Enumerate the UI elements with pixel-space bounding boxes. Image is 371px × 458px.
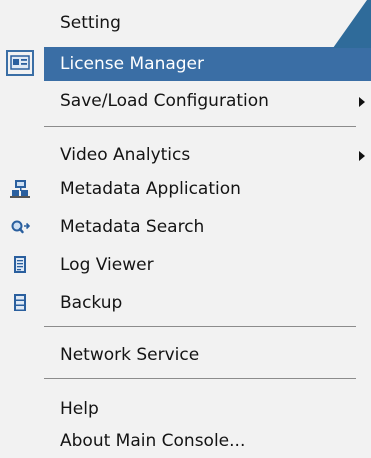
menu-item-label: Backup: [60, 293, 123, 313]
menu-item-label: Metadata Search: [60, 217, 205, 237]
menu-item-label: Video Analytics: [60, 145, 191, 165]
menu-item-label: Log Viewer: [60, 255, 154, 275]
license-card-icon: [6, 50, 34, 76]
metadata-application-icon: [10, 179, 30, 199]
menu-separator: [44, 326, 356, 327]
menu-item-metadata-search[interactable]: Metadata Search: [0, 210, 371, 244]
context-menu: Setting License Manager Save/Load Config…: [0, 0, 371, 455]
menu-item-label: Network Service: [60, 345, 200, 365]
menu-item-save-load-configuration[interactable]: Save/Load Configuration: [0, 84, 371, 118]
menu-item-network-service[interactable]: Network Service: [0, 338, 371, 372]
metadata-search-icon: [10, 217, 31, 237]
pointer-arrow-icon: [333, 0, 371, 48]
submenu-arrow-icon: [359, 151, 365, 161]
menu-item-label: License Manager: [60, 54, 205, 74]
menu-item-backup[interactable]: Backup: [0, 286, 371, 320]
menu-item-help[interactable]: Help: [0, 392, 371, 426]
backup-icon: [10, 293, 30, 313]
menu-item-log-viewer[interactable]: Log Viewer: [0, 248, 371, 282]
menu-item-label: Help: [60, 399, 99, 419]
menu-item-about-main-console[interactable]: About Main Console...: [0, 424, 371, 458]
menu-item-label: Setting: [60, 13, 121, 33]
menu-separator: [44, 378, 356, 379]
menu-item-metadata-application[interactable]: Metadata Application: [0, 172, 371, 206]
menu-item-label: Save/Load Configuration: [60, 91, 269, 111]
submenu-arrow-icon: [359, 97, 365, 107]
menu-item-video-analytics[interactable]: Video Analytics: [0, 138, 371, 172]
menu-item-license-manager[interactable]: License Manager: [44, 47, 371, 81]
menu-item-label: About Main Console...: [60, 431, 246, 451]
menu-item-setting[interactable]: Setting: [0, 6, 371, 40]
menu-separator: [44, 126, 356, 127]
log-viewer-icon: [10, 255, 30, 275]
menu-item-label: Metadata Application: [60, 179, 241, 199]
